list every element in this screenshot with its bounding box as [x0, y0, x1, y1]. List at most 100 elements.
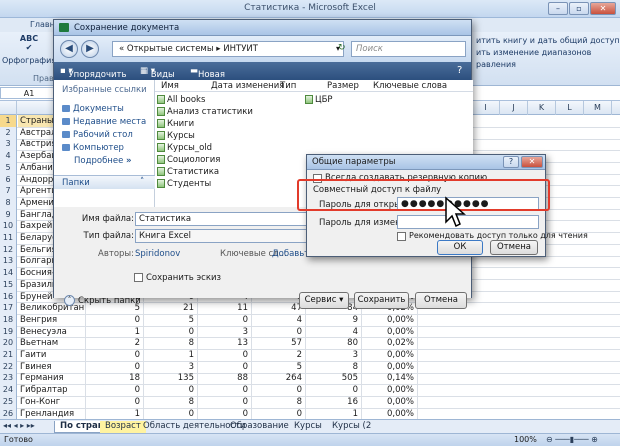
country-cell[interactable]: Гаити	[18, 349, 86, 361]
nav-more[interactable]: Подробнее »	[74, 156, 132, 166]
allow-ranges-item[interactable]: ить изменение диапазонов	[476, 48, 591, 57]
readonly-checkbox[interactable]	[397, 232, 406, 241]
sheet-tab[interactable]: Образование	[225, 421, 294, 433]
row-number[interactable]: 24	[0, 384, 17, 396]
col-name[interactable]: Имя	[161, 81, 179, 91]
country-cell[interactable]: Венгрия	[18, 313, 86, 326]
nav-documents[interactable]: Документы	[62, 104, 124, 114]
nav-computer[interactable]: Компьютер	[62, 143, 124, 153]
column-header[interactable]: J	[500, 101, 528, 115]
value-cell[interactable]: 0	[144, 407, 198, 420]
value-cell[interactable]: 0,00%	[362, 325, 418, 338]
file-item[interactable]: ЦБР	[305, 95, 333, 105]
value-cell[interactable]: 0	[252, 325, 306, 338]
row-number[interactable]: 4	[0, 150, 17, 162]
value-cell[interactable]: 57	[252, 337, 306, 350]
path-part[interactable]: Открытые системы	[127, 44, 214, 54]
row-number[interactable]: 22	[0, 360, 17, 373]
value-cell[interactable]: 0,00%	[362, 384, 418, 396]
name-box[interactable]: A1	[0, 87, 58, 99]
file-item[interactable]: Анализ статистики	[157, 107, 253, 117]
file-item[interactable]: Социология	[157, 155, 220, 165]
spelling-button[interactable]: Орфография	[2, 56, 56, 65]
file-item[interactable]: Книги	[157, 119, 194, 129]
zoom-slider[interactable]: ⊖ ───▮─── ⊕	[546, 435, 598, 444]
value-cell[interactable]: 21	[144, 302, 198, 315]
value-cell[interactable]: 0	[90, 313, 144, 326]
share-workbook-item[interactable]: итить книгу и дать общий доступ	[476, 36, 620, 45]
row-number[interactable]: 7	[0, 185, 17, 198]
spelling-icon[interactable]: ABC ✔	[16, 34, 42, 54]
column-header[interactable]: I	[472, 101, 500, 115]
tab-home[interactable]: Главн	[30, 20, 55, 29]
value-cell[interactable]: 0	[144, 325, 198, 338]
row-number[interactable]: 6	[0, 173, 17, 186]
value-cell[interactable]: 1	[144, 349, 198, 361]
value-cell[interactable]: 47	[252, 302, 306, 315]
file-item[interactable]: Курсы	[157, 131, 195, 141]
organize-button[interactable]: ▪ Упорядочить ▾	[60, 66, 127, 80]
row-number[interactable]: 11	[0, 232, 17, 244]
thumbnail-checkbox[interactable]	[134, 273, 143, 282]
row-number[interactable]: 18	[0, 313, 17, 326]
value-cell[interactable]: 0	[90, 384, 144, 396]
row-number[interactable]: 26	[0, 407, 17, 420]
value-cell[interactable]: 0	[198, 313, 252, 326]
value-cell[interactable]: 16	[306, 395, 362, 408]
select-all-corner[interactable]	[0, 101, 17, 115]
row-number[interactable]: 16	[0, 290, 17, 303]
value-cell[interactable]: 0	[198, 395, 252, 408]
value-cell[interactable]: 505	[306, 372, 362, 385]
value-cell[interactable]: 4	[252, 313, 306, 326]
value-cell[interactable]: 0	[198, 384, 252, 396]
value-cell[interactable]: 18	[90, 372, 144, 385]
row-number[interactable]: 15	[0, 278, 17, 291]
refresh-icon[interactable]: ↻	[338, 43, 346, 53]
search-input[interactable]: Поиск	[351, 41, 466, 57]
modify-password-input[interactable]	[397, 215, 539, 229]
value-cell[interactable]: 0	[90, 395, 144, 408]
column-header[interactable]: M	[584, 101, 612, 115]
file-item[interactable]: Студенты	[157, 179, 211, 189]
col-size[interactable]: Размер	[327, 81, 359, 91]
minimize-icon[interactable]: –	[548, 2, 568, 15]
options-cancel-button[interactable]: Отмена	[490, 240, 538, 255]
close-icon[interactable]: ✕	[521, 156, 543, 168]
value-cell[interactable]: 3	[306, 349, 362, 361]
save-button[interactable]: Сохранить	[354, 292, 409, 309]
value-cell[interactable]: 8	[144, 395, 198, 408]
row-number[interactable]: 10	[0, 220, 17, 233]
row-number[interactable]: 9	[0, 208, 17, 221]
row-number[interactable]: 17	[0, 302, 17, 315]
close-icon[interactable]: ✕	[590, 2, 616, 15]
row-number[interactable]: 19	[0, 325, 17, 338]
row-number[interactable]: 13	[0, 255, 17, 268]
row-number[interactable]: 23	[0, 372, 17, 385]
value-cell[interactable]: 11	[198, 302, 252, 315]
value-cell[interactable]: 0	[198, 349, 252, 361]
folders-toggle[interactable]: Папки ˄	[54, 175, 155, 189]
col-date[interactable]: Дата изменения	[211, 81, 284, 91]
value-cell[interactable]: 0,00%	[362, 360, 418, 373]
value-cell[interactable]: 0,00%	[362, 349, 418, 361]
value-cell[interactable]: 80	[306, 337, 362, 350]
value-cell[interactable]: 0,02%	[362, 337, 418, 350]
value-cell[interactable]: 88	[198, 372, 252, 385]
country-cell[interactable]: Гон-Конг	[18, 395, 86, 408]
service-button[interactable]: Сервис ▾	[299, 292, 349, 309]
help-icon[interactable]: ?	[503, 156, 519, 168]
value-cell[interactable]: 0,00%	[362, 395, 418, 408]
hide-folders-label[interactable]: Скрыть папки	[78, 296, 141, 306]
cancel-button[interactable]: Отмена	[415, 292, 467, 309]
nav-desktop[interactable]: Рабочий стол	[62, 130, 133, 140]
back-icon[interactable]: ◀	[60, 40, 78, 58]
value-cell[interactable]: 5	[144, 313, 198, 326]
value-cell[interactable]: 5	[252, 360, 306, 373]
value-cell[interactable]: 0	[90, 360, 144, 373]
sheet-tab[interactable]: Курсы	[289, 421, 327, 433]
value-cell[interactable]: 0,00%	[362, 313, 418, 326]
sheet-tab[interactable]: Курсы (2	[327, 421, 376, 433]
value-cell[interactable]: 0	[306, 384, 362, 396]
row-number[interactable]: 1	[0, 115, 17, 127]
value-cell[interactable]: 1	[90, 407, 144, 420]
